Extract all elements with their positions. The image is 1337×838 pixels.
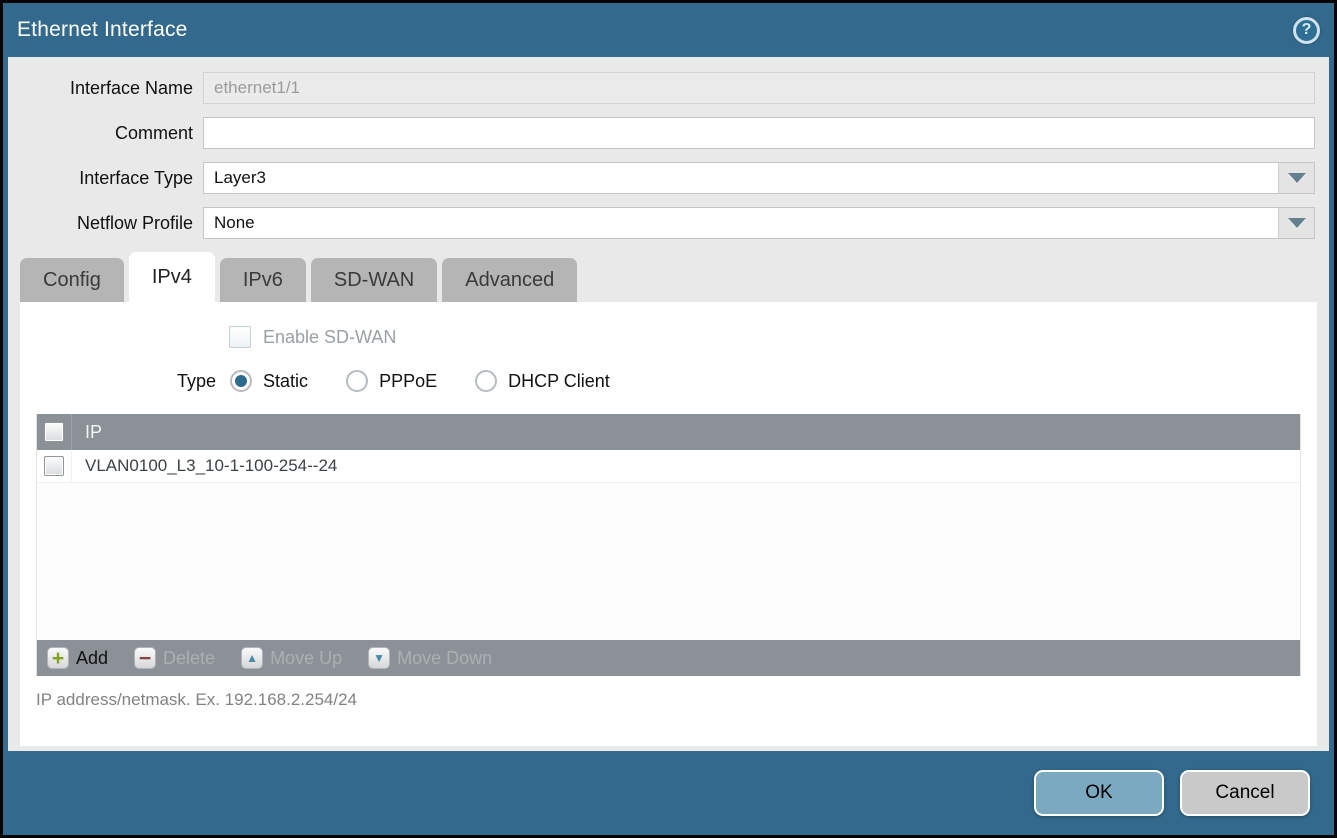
- add-button[interactable]: + Add: [47, 647, 108, 669]
- netflow-profile-value: None: [204, 208, 1278, 238]
- delete-button-label: Delete: [163, 648, 215, 669]
- netflow-profile-dropdown-button[interactable]: [1278, 208, 1314, 238]
- chevron-down-icon: [1288, 218, 1306, 228]
- radio-static[interactable]: [230, 370, 252, 392]
- comment-field[interactable]: [203, 117, 1315, 149]
- form-row-comment: Comment: [8, 117, 1329, 149]
- select-all-checkbox[interactable]: [44, 422, 64, 442]
- enable-sdwan-checkbox[interactable]: [229, 326, 251, 348]
- radio-pppoe[interactable]: [346, 370, 368, 392]
- tab-strip: Config IPv4 IPv6 SD-WAN Advanced: [8, 252, 1329, 302]
- interface-name-field: [203, 72, 1315, 104]
- radio-dhcp-client[interactable]: [475, 370, 497, 392]
- radio-static-label: Static: [263, 371, 308, 392]
- help-icon-glyph: ?: [1302, 21, 1312, 39]
- interface-type-label: Interface Type: [8, 168, 203, 189]
- row-check-cell: [37, 450, 72, 482]
- radio-pppoe-label: PPPoE: [379, 371, 437, 392]
- tab-advanced[interactable]: Advanced: [442, 258, 577, 302]
- cancel-button[interactable]: Cancel: [1180, 770, 1310, 816]
- radio-option-static[interactable]: Static: [230, 370, 308, 392]
- ip-row-value: VLAN0100_L3_10-1-100-254--24: [72, 456, 337, 476]
- move-up-button-label: Move Up: [270, 648, 342, 669]
- dialog-title: Ethernet Interface: [17, 18, 1293, 42]
- select-all-cell: [37, 414, 72, 450]
- dialog-body: Interface Name Comment Interface Type La…: [8, 57, 1329, 751]
- ip-column-header: IP: [72, 422, 102, 443]
- help-icon[interactable]: ?: [1293, 17, 1320, 44]
- move-down-button[interactable]: ▼ Move Down: [368, 647, 492, 669]
- ip-table-toolbar: + Add − Delete ▲ Move Up ▼ Move Down: [37, 640, 1300, 676]
- ip-table-body: VLAN0100_L3_10-1-100-254--24: [37, 450, 1300, 640]
- table-row[interactable]: VLAN0100_L3_10-1-100-254--24: [37, 450, 1300, 483]
- netflow-profile-label: Netflow Profile: [8, 213, 203, 234]
- ipv4-tab-panel: Enable SD-WAN Type Static PPPoE DHCP Cli…: [20, 302, 1317, 746]
- tab-ipv4[interactable]: IPv4: [129, 252, 215, 302]
- move-down-button-label: Move Down: [397, 648, 492, 669]
- tab-config[interactable]: Config: [20, 258, 124, 302]
- delete-button[interactable]: − Delete: [134, 647, 215, 669]
- enable-sdwan-row: Enable SD-WAN: [229, 326, 1317, 348]
- form-row-interface-name: Interface Name: [8, 72, 1329, 104]
- type-radio-group: Type Static PPPoE DHCP Client: [177, 370, 1317, 392]
- dialog-footer: OK Cancel: [3, 751, 1334, 835]
- radio-dhcp-client-label: DHCP Client: [508, 371, 610, 392]
- interface-type-value: Layer3: [204, 163, 1278, 193]
- arrow-down-icon: ▼: [368, 647, 390, 669]
- form-row-interface-type: Interface Type Layer3: [8, 162, 1329, 194]
- radio-option-pppoe[interactable]: PPPoE: [346, 370, 437, 392]
- add-button-label: Add: [76, 648, 108, 669]
- chevron-down-icon: [1288, 173, 1306, 183]
- move-up-button[interactable]: ▲ Move Up: [241, 647, 342, 669]
- minus-icon: −: [134, 647, 156, 669]
- dialog-titlebar: Ethernet Interface ?: [3, 3, 1334, 57]
- ip-format-hint: IP address/netmask. Ex. 192.168.2.254/24: [36, 690, 1317, 710]
- tab-ipv6[interactable]: IPv6: [220, 258, 306, 302]
- ip-table-header: IP: [37, 414, 1300, 450]
- radio-option-dhcp-client[interactable]: DHCP Client: [475, 370, 610, 392]
- ethernet-interface-dialog: Ethernet Interface ? Interface Name Comm…: [0, 0, 1337, 838]
- form-row-netflow-profile: Netflow Profile None: [8, 207, 1329, 239]
- row-checkbox[interactable]: [44, 456, 64, 476]
- type-label: Type: [177, 371, 216, 392]
- interface-type-dropdown-button[interactable]: [1278, 163, 1314, 193]
- ip-address-table: IP VLAN0100_L3_10-1-100-254--24 + Add: [36, 414, 1301, 676]
- comment-label: Comment: [8, 123, 203, 144]
- enable-sdwan-label: Enable SD-WAN: [263, 327, 396, 348]
- netflow-profile-dropdown[interactable]: None: [203, 207, 1315, 239]
- plus-icon: +: [47, 647, 69, 669]
- arrow-up-icon: ▲: [241, 647, 263, 669]
- interface-name-label: Interface Name: [8, 78, 203, 99]
- tab-sd-wan[interactable]: SD-WAN: [311, 258, 437, 302]
- interface-type-dropdown[interactable]: Layer3: [203, 162, 1315, 194]
- ok-button[interactable]: OK: [1034, 770, 1164, 816]
